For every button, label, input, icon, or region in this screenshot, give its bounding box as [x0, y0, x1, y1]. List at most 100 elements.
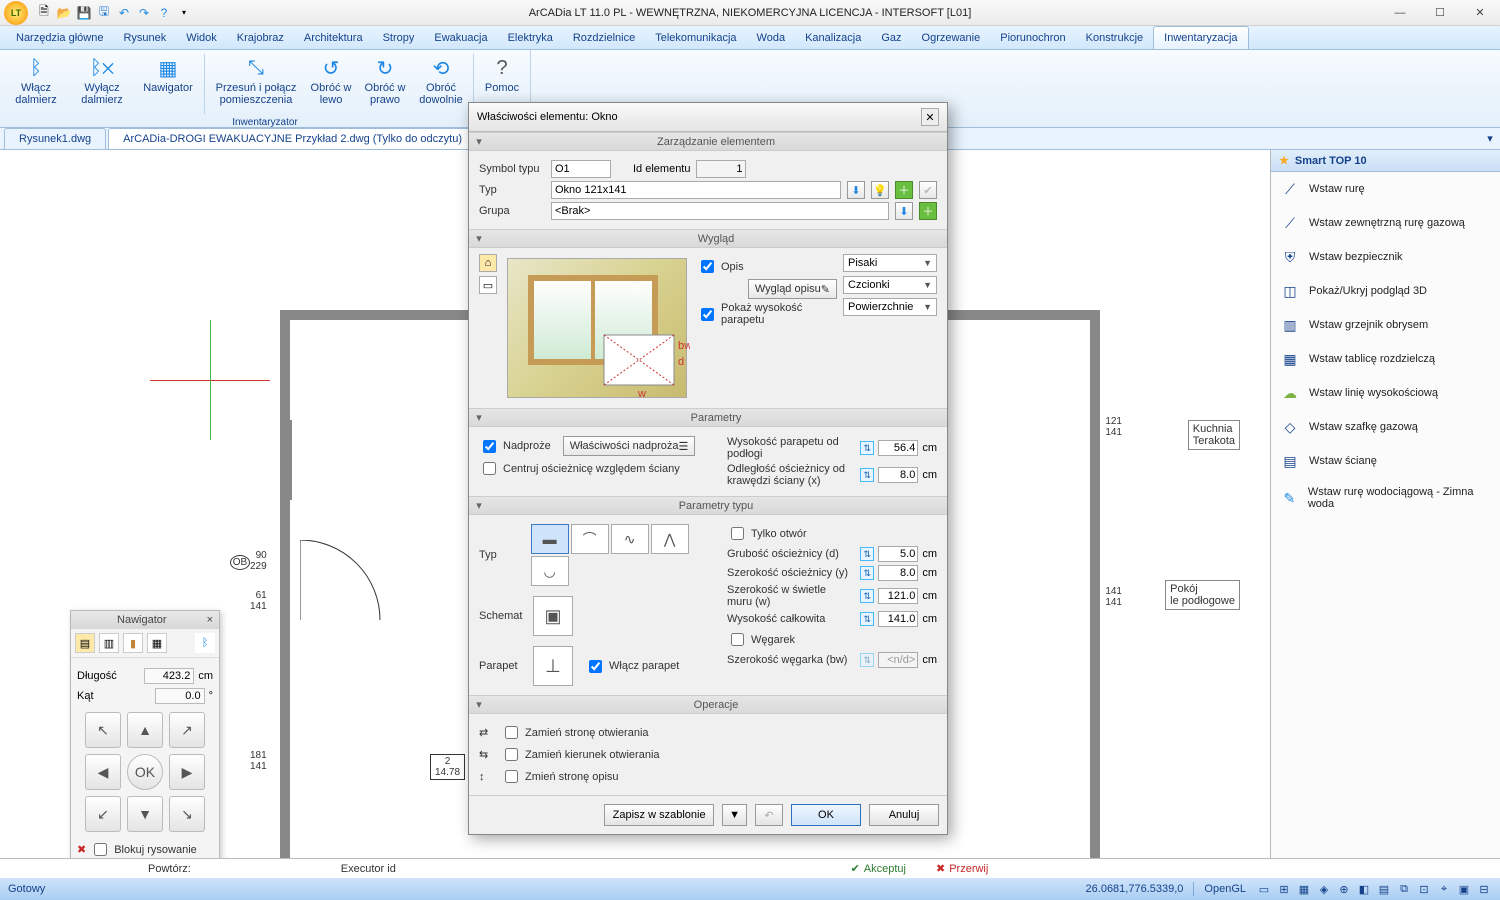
- lock-icon[interactable]: ⇅: [860, 612, 874, 626]
- symbol-type-input[interactable]: [551, 160, 611, 178]
- chevron-down-icon[interactable]: ▾: [471, 135, 487, 148]
- wtype-2-icon[interactable]: ⌒: [571, 524, 609, 554]
- preview-2d-icon[interactable]: ▭: [479, 276, 497, 294]
- side-item-7[interactable]: ◇Wstaw szafkę gazową: [1271, 410, 1500, 444]
- menu-krajobraz[interactable]: Krajobraz: [227, 26, 294, 49]
- font-combo[interactable]: Czcionki▼: [843, 276, 937, 294]
- nav-mode-4-icon[interactable]: ▦: [147, 633, 167, 653]
- side-item-8[interactable]: ▤Wstaw ścianę: [1271, 444, 1500, 478]
- op1-check[interactable]: [505, 726, 518, 739]
- type-save-icon[interactable]: ⬇: [847, 181, 865, 199]
- menu-kanalizacja[interactable]: Kanalizacja: [795, 26, 871, 49]
- ribbon-nawigator[interactable]: ▦Nawigator: [138, 52, 198, 116]
- wys-input[interactable]: [878, 611, 918, 627]
- wlacz-parapet-check[interactable]: [589, 660, 602, 673]
- nav-e[interactable]: ▶: [169, 754, 205, 790]
- nav-lock-draw-check[interactable]: [94, 843, 107, 856]
- hpp-input[interactable]: [878, 440, 918, 456]
- wtype-5-icon[interactable]: ◡: [531, 556, 569, 586]
- menu-piorunochron[interactable]: Piorunochron: [990, 26, 1075, 49]
- menu-inwentaryzacja[interactable]: Inwentaryzacja: [1153, 26, 1248, 49]
- lock-icon[interactable]: ⇅: [860, 468, 874, 482]
- nav-mode-3-icon[interactable]: ▮: [123, 633, 143, 653]
- sb-icon-4[interactable]: ◈: [1316, 881, 1332, 897]
- menu-rozdzielnice[interactable]: Rozdzielnice: [563, 26, 645, 49]
- chevron-down-icon[interactable]: ▾: [471, 411, 487, 424]
- lock-icon[interactable]: ⇅: [860, 441, 874, 455]
- side-item-1[interactable]: ⟋Wstaw zewnętrzną rurę gazową: [1271, 206, 1500, 240]
- qat-undo-icon[interactable]: ↶: [116, 5, 132, 21]
- sb-icon-9[interactable]: ⊡: [1416, 881, 1432, 897]
- tylko-otwor-check[interactable]: [731, 527, 744, 540]
- side-item-6[interactable]: ☁Wstaw linię wysokościową: [1271, 376, 1500, 410]
- ribbon-wylacz-dalmierz[interactable]: ᛒ✕Wyłącz dalmierz: [72, 52, 132, 116]
- qat-help-icon[interactable]: ?: [156, 5, 172, 21]
- side-item-4[interactable]: ▥Wstaw grzejnik obrysem: [1271, 308, 1500, 342]
- sb-icon-11[interactable]: ▣: [1456, 881, 1472, 897]
- centruj-check[interactable]: [483, 462, 496, 475]
- nav-n[interactable]: ▲: [127, 712, 163, 748]
- sb-icon-2[interactable]: ⊞: [1276, 881, 1292, 897]
- side-item-3[interactable]: ◫Pokaż/Ukryj podgląd 3D: [1271, 274, 1500, 308]
- close-button[interactable]: ✕: [1460, 0, 1500, 26]
- parapet-button[interactable]: ⊥: [533, 646, 573, 686]
- minimize-button[interactable]: —: [1380, 0, 1420, 26]
- nav-bluetooth-icon[interactable]: ᛒ: [195, 633, 215, 653]
- menu-telekomunikacja[interactable]: Telekomunikacja: [645, 26, 746, 49]
- sb-icon-6[interactable]: ◧: [1356, 881, 1372, 897]
- odl-input[interactable]: [878, 467, 918, 483]
- op2-check[interactable]: [505, 748, 518, 761]
- preview-3d-icon[interactable]: ⌂: [479, 254, 497, 272]
- ribbon-obroc-lewo[interactable]: ↺Obróć w lewo: [307, 52, 355, 116]
- nav-sw[interactable]: ↙: [85, 796, 121, 832]
- nadproze-props-button[interactable]: Właściwości nadproża ☰: [563, 436, 696, 456]
- qat-save-icon[interactable]: 💾: [76, 5, 92, 21]
- nav-nw[interactable]: ↖: [85, 712, 121, 748]
- menu-ewakuacja[interactable]: Ewakuacja: [424, 26, 497, 49]
- sb-icon-5[interactable]: ⊕: [1336, 881, 1352, 897]
- group-save-icon[interactable]: ⬇: [895, 202, 913, 220]
- menu-widok[interactable]: Widok: [176, 26, 227, 49]
- cmdbar-cancel[interactable]: ✖Przerwij: [936, 862, 988, 875]
- group-add-icon[interactable]: ＋: [919, 202, 937, 220]
- chevron-down-icon[interactable]: ▾: [471, 698, 487, 711]
- navigator-close-icon[interactable]: ×: [207, 614, 213, 626]
- wtype-1-icon[interactable]: ▬: [531, 524, 569, 554]
- nadproze-check[interactable]: [483, 440, 496, 453]
- ribbon-obroc-dowolnie[interactable]: ⟲Obróć dowolnie: [415, 52, 467, 116]
- pen-combo[interactable]: Pisaki▼: [843, 254, 937, 272]
- lock-icon[interactable]: ⇅: [860, 589, 874, 603]
- sb-icon-1[interactable]: ▭: [1256, 881, 1272, 897]
- doc-tab-2[interactable]: ArCADia-DROGI EWAKUACYJNE Przykład 2.dwg…: [108, 128, 477, 149]
- cancel-button[interactable]: Anuluj: [869, 804, 939, 826]
- nav-angle-input[interactable]: [155, 688, 205, 704]
- side-item-9[interactable]: ✎Wstaw rurę wodociągową - Zimna woda: [1271, 478, 1500, 518]
- type-bulb-icon[interactable]: 💡: [871, 181, 889, 199]
- sb-icon-7[interactable]: ▤: [1376, 881, 1392, 897]
- nav-length-input[interactable]: [144, 668, 194, 684]
- lock-icon[interactable]: ⇅: [860, 547, 874, 561]
- menu-woda[interactable]: Woda: [747, 26, 796, 49]
- cmdbar-accept[interactable]: ✔Akceptuj: [851, 862, 906, 875]
- qat-open-icon[interactable]: 📂: [56, 5, 72, 21]
- ribbon-wlacz-dalmierz[interactable]: ᛒWłącz dalmierz: [6, 52, 66, 116]
- menu-architektura[interactable]: Architektura: [294, 26, 373, 49]
- opis-check[interactable]: [701, 260, 714, 273]
- type-select[interactable]: [551, 181, 841, 199]
- sb-icon-8[interactable]: ⧉: [1396, 881, 1412, 897]
- status-renderer[interactable]: OpenGL: [1204, 883, 1246, 895]
- szerm-input[interactable]: [878, 588, 918, 604]
- chevron-down-icon[interactable]: ▾: [471, 499, 487, 512]
- save-template-dropdown[interactable]: ▼: [722, 804, 747, 826]
- sb-icon-3[interactable]: ▦: [1296, 881, 1312, 897]
- group-select[interactable]: [551, 202, 889, 220]
- nav-mode-2-icon[interactable]: ▥: [99, 633, 119, 653]
- chevron-down-icon[interactable]: ▾: [471, 232, 487, 245]
- menu-konstrukcje[interactable]: Konstrukcje: [1076, 26, 1153, 49]
- nav-w[interactable]: ◀: [85, 754, 121, 790]
- qat-dropdown-icon[interactable]: ▾: [176, 5, 192, 21]
- nav-mode-1-icon[interactable]: ▤: [75, 633, 95, 653]
- szer-input[interactable]: [878, 565, 918, 581]
- ribbon-obroc-prawo[interactable]: ↻Obróć w prawo: [361, 52, 409, 116]
- nav-se[interactable]: ↘: [169, 796, 205, 832]
